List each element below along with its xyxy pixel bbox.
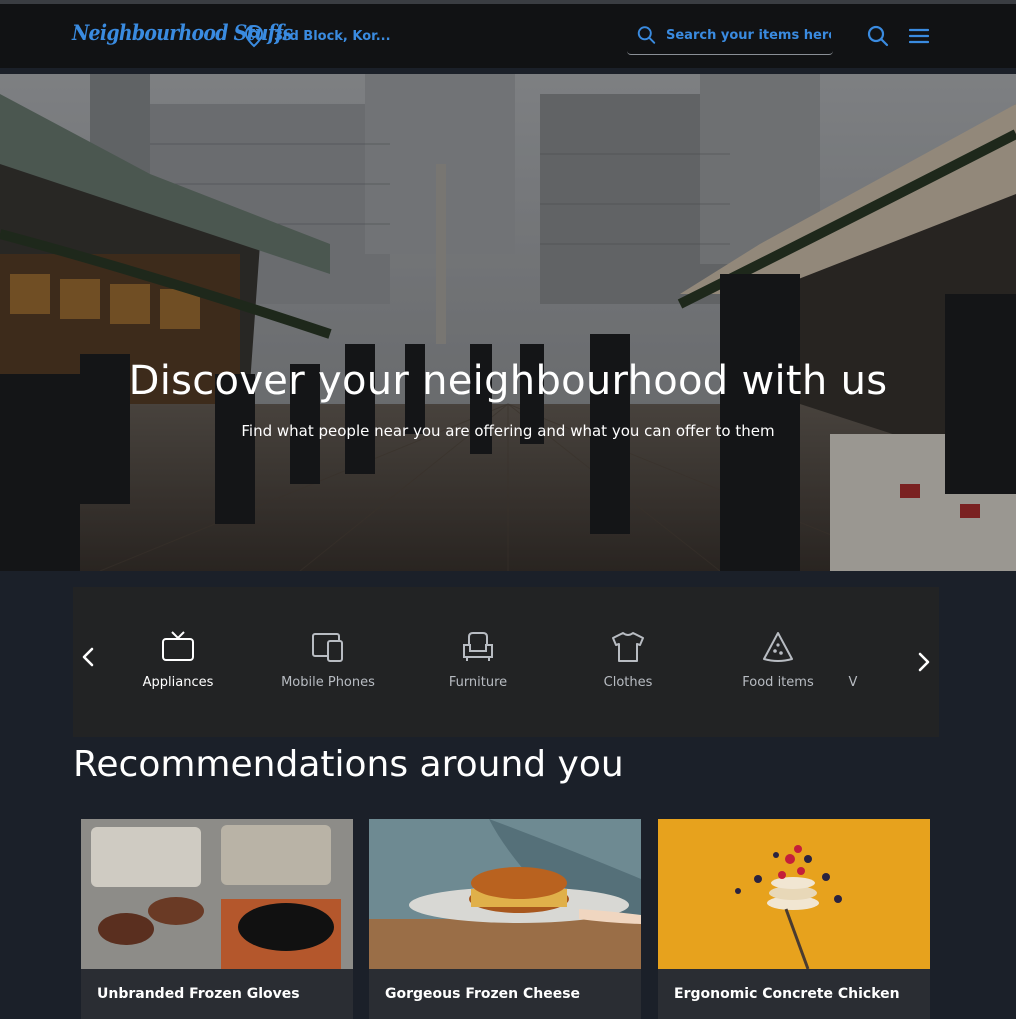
search-icon xyxy=(867,25,889,47)
chevron-right-icon xyxy=(918,652,930,672)
search-input[interactable] xyxy=(664,26,833,44)
product-image xyxy=(658,819,930,969)
category-appliances[interactable]: Appliances xyxy=(103,631,253,690)
carousel-prev-button[interactable] xyxy=(81,647,95,671)
location-pin-icon xyxy=(244,24,264,48)
product-card[interactable]: Unbranded Frozen Gloves xyxy=(81,819,353,1019)
devices-icon xyxy=(312,633,343,662)
product-title: Gorgeous Frozen Cheese xyxy=(385,986,581,1002)
category-partial[interactable]: V xyxy=(828,631,878,690)
hero-banner: Discover your neighbourhood with us Find… xyxy=(0,74,1016,571)
hero-image xyxy=(0,74,1016,571)
hero-title: Discover your neighbourhood with us xyxy=(128,358,888,404)
product-card[interactable]: Ergonomic Concrete Chicken xyxy=(658,819,930,1019)
armchair-icon xyxy=(463,632,493,661)
carousel-next-button[interactable] xyxy=(916,587,939,737)
pizza-slice-icon xyxy=(763,632,793,662)
category-label: Mobile Phones xyxy=(281,675,375,690)
location-text: 3rd Block, Kor... xyxy=(274,28,391,44)
tshirt-icon xyxy=(612,632,644,662)
category-furniture[interactable]: Furniture xyxy=(403,631,553,690)
product-image xyxy=(81,819,353,969)
product-title: Ergonomic Concrete Chicken xyxy=(674,986,900,1002)
category-label: Appliances xyxy=(142,675,214,690)
hero-subtitle: Find what people near you are offering a… xyxy=(241,422,775,440)
category-label: V xyxy=(848,675,858,690)
product-image xyxy=(369,819,641,969)
product-title: Unbranded Frozen Gloves xyxy=(97,986,300,1002)
search-button[interactable] xyxy=(867,25,889,51)
navbar: Neighbourhood Stuffs 3rd Block, Kor... xyxy=(0,4,1016,68)
chevron-left-icon xyxy=(82,647,94,667)
product-card[interactable]: Gorgeous Frozen Cheese xyxy=(369,819,641,1019)
search-box[interactable] xyxy=(627,16,833,55)
category-clothes[interactable]: Clothes xyxy=(553,631,703,690)
category-label: Furniture xyxy=(448,675,508,690)
hamburger-menu-icon xyxy=(908,28,930,44)
recommendations-title: Recommendations around you xyxy=(73,744,624,785)
category-mobile-phones[interactable]: Mobile Phones xyxy=(253,631,403,690)
category-label: Clothes xyxy=(603,675,653,690)
menu-button[interactable] xyxy=(908,28,930,48)
tv-icon xyxy=(162,631,194,661)
category-carousel: Appliances Mobile Phones Furniture Cloth… xyxy=(73,587,939,737)
location-selector[interactable]: 3rd Block, Kor... xyxy=(244,24,391,48)
search-icon xyxy=(637,26,656,44)
